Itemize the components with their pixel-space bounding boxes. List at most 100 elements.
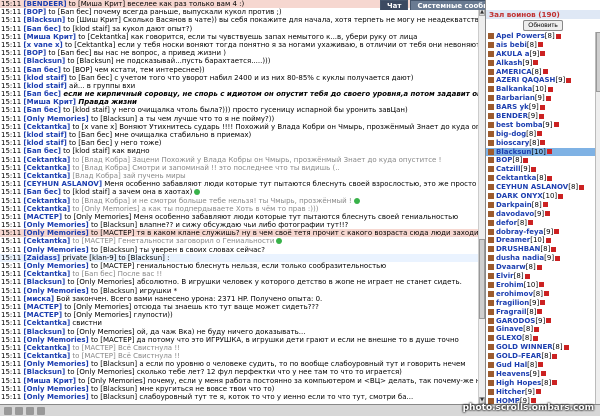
- message-author[interactable]: [Cektantka]: [23, 156, 70, 164]
- message-author[interactable]: [Бап бес]: [23, 188, 61, 196]
- user-info-icon[interactable]: [524, 273, 530, 279]
- user-info-icon[interactable]: [538, 362, 544, 368]
- user-info-icon[interactable]: [547, 86, 553, 92]
- user-info-icon[interactable]: [535, 389, 541, 395]
- user-name[interactable]: BARS yk: [496, 103, 529, 111]
- user-list-item[interactable]: BENDER[9]: [486, 112, 595, 121]
- message-author[interactable]: [Cektantka]: [23, 197, 70, 205]
- user-name[interactable]: Dvaarw: [496, 263, 526, 271]
- private-message-icon[interactable]: [488, 139, 494, 146]
- user-name[interactable]: Heavens: [496, 370, 530, 378]
- user-info-icon[interactable]: [545, 95, 551, 101]
- user-name[interactable]: Balkanka: [496, 85, 532, 93]
- user-list-item[interactable]: Barbarian[9]: [486, 94, 595, 103]
- user-info-icon[interactable]: [540, 51, 546, 57]
- user-info-icon[interactable]: [523, 157, 529, 163]
- message-author[interactable]: [klod staif]: [23, 82, 66, 90]
- message-author[interactable]: [Бап бес]: [23, 66, 61, 74]
- user-info-icon[interactable]: [536, 264, 542, 270]
- message-author[interactable]: [Blacksun]: [23, 368, 65, 376]
- message-author[interactable]: [Бап бес]: [23, 25, 61, 33]
- user-list-item[interactable]: fragilion[9]: [486, 299, 595, 308]
- user-info-icon[interactable]: [554, 229, 560, 235]
- user-name[interactable]: High Hopes: [496, 379, 541, 387]
- user-name[interactable]: Erohim: [496, 281, 524, 289]
- user-info-icon[interactable]: [551, 246, 557, 252]
- user-list-item[interactable]: GOLD WINNER[8]: [486, 343, 595, 352]
- tab-chat[interactable]: Чат: [380, 0, 409, 10]
- user-name[interactable]: big-dog: [496, 130, 526, 138]
- user-info-icon[interactable]: [533, 60, 539, 66]
- user-info-icon[interactable]: [528, 220, 534, 226]
- user-name[interactable]: Alkash: [496, 59, 522, 67]
- private-message-icon[interactable]: [488, 335, 494, 342]
- chat-scrollbar[interactable]: ▲ ▼: [478, 9, 485, 404]
- message-author[interactable]: [BOP]: [23, 49, 46, 57]
- user-name[interactable]: GLEXO: [496, 334, 522, 342]
- private-message-icon[interactable]: [488, 41, 494, 48]
- private-message-icon[interactable]: [488, 246, 494, 253]
- user-list-item[interactable]: CEYHUN ASLANOV[8]: [486, 183, 595, 192]
- user-info-icon[interactable]: [540, 300, 546, 306]
- user-list-item[interactable]: GARODOS[9]: [486, 317, 595, 326]
- message-author[interactable]: [Only Memories]: [23, 262, 88, 270]
- private-message-icon[interactable]: [488, 308, 494, 315]
- user-info-icon[interactable]: [540, 371, 546, 377]
- user-list-item[interactable]: Alkash[9]: [486, 59, 595, 68]
- private-message-icon[interactable]: [488, 273, 494, 280]
- private-message-icon[interactable]: [488, 317, 494, 324]
- private-message-icon[interactable]: [488, 95, 494, 102]
- user-name[interactable]: dobray-feya: [496, 228, 543, 236]
- message-author[interactable]: [Only Memories]: [23, 385, 88, 393]
- message-author[interactable]: [Бап бес]: [23, 147, 61, 155]
- user-list-item[interactable]: Blacksun[10]: [486, 147, 595, 157]
- user-name[interactable]: Apel Powers: [496, 32, 545, 40]
- user-list-item[interactable]: Gud Hal[8]: [486, 361, 595, 370]
- user-list-item[interactable]: DRUSHBAN[8]: [486, 245, 595, 254]
- user-name[interactable]: Ginave: [496, 325, 523, 333]
- private-message-icon[interactable]: [488, 237, 494, 244]
- user-info-icon[interactable]: [537, 309, 543, 315]
- private-message-icon[interactable]: [488, 379, 494, 386]
- user-info-icon[interactable]: [542, 69, 548, 75]
- user-name[interactable]: DARK ONYX: [496, 192, 543, 200]
- user-list-scrollbar[interactable]: [595, 32, 600, 404]
- user-list-item[interactable]: big-dog[8]: [486, 130, 595, 139]
- user-info-icon[interactable]: [563, 344, 569, 350]
- user-list-item[interactable]: Ginave[8]: [486, 325, 595, 334]
- private-message-icon[interactable]: [488, 77, 494, 84]
- user-name[interactable]: Cektantka: [496, 174, 536, 182]
- message-author[interactable]: [Only Memories]: [23, 115, 88, 123]
- user-list-item[interactable]: DARK ONYX[10]: [486, 192, 595, 201]
- private-message-icon[interactable]: [488, 86, 494, 93]
- message-author[interactable]: [Only Memories]: [23, 287, 88, 295]
- user-info-icon[interactable]: [544, 291, 549, 297]
- user-scroll-thumb[interactable]: [596, 32, 600, 92]
- user-name[interactable]: BENDER: [496, 112, 528, 120]
- user-name[interactable]: CEYHUN ASLANOV: [496, 183, 568, 191]
- toolbar-icon[interactable]: [37, 407, 45, 415]
- user-info-icon[interactable]: [558, 193, 564, 199]
- user-name[interactable]: Darkpain: [496, 201, 532, 209]
- private-message-icon[interactable]: [488, 219, 494, 226]
- user-info-icon[interactable]: [539, 104, 545, 110]
- user-info-icon[interactable]: [555, 33, 561, 39]
- user-info-icon[interactable]: [555, 255, 561, 261]
- private-message-icon[interactable]: [488, 281, 494, 288]
- user-list-item[interactable]: Apel Powers[8]: [486, 32, 595, 41]
- user-name[interactable]: BOP: [496, 156, 512, 164]
- user-name[interactable]: AKULA a: [496, 50, 529, 58]
- chat-log[interactable]: 15:11 [BENDEER] to [Миша Крит] веселее к…: [0, 0, 478, 404]
- user-name[interactable]: Barbarian: [496, 94, 535, 102]
- private-message-icon[interactable]: [488, 50, 494, 57]
- user-list-item[interactable]: BOP[8]: [486, 156, 595, 165]
- message-author[interactable]: [Blacksun]: [23, 57, 65, 65]
- user-info-icon[interactable]: [540, 140, 546, 146]
- user-list-item[interactable]: davodavo[9]: [486, 210, 595, 219]
- message-author[interactable]: [Cektantka]: [23, 164, 70, 172]
- user-name[interactable]: DRUSHBAN: [496, 245, 540, 253]
- toolbar-icon[interactable]: [4, 407, 12, 415]
- user-info-icon[interactable]: [534, 326, 540, 332]
- private-message-icon[interactable]: [488, 193, 494, 200]
- user-name[interactable]: GARODOS: [496, 317, 535, 325]
